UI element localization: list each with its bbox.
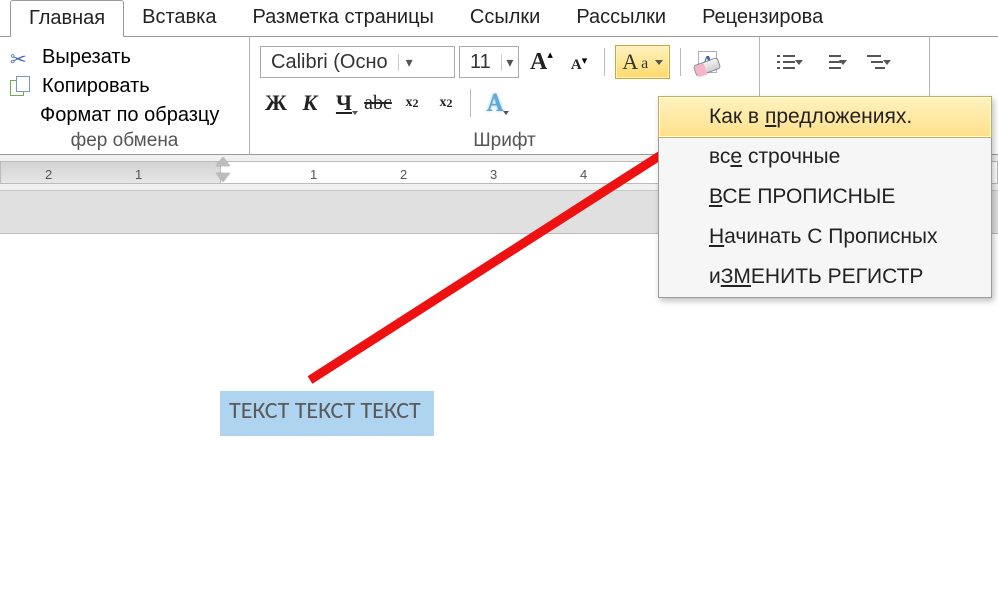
superscript-button[interactable]: x2 [430,87,462,119]
separator [470,89,471,117]
ruler-tick: 3 [490,167,497,182]
case-lowercase[interactable]: все строчные [659,137,991,177]
tab-home[interactable]: Главная [10,0,124,37]
change-case-menu: Как в предложениях. все строчные ВСЕ ПРО… [658,96,992,298]
letter-a-small-icon: A [571,51,582,74]
case-toggle[interactable]: иЗМЕНИТЬ РЕГИСТР [659,257,991,297]
font-size-value: 11 [460,51,501,74]
chevron-down-icon: ▾ [501,54,518,71]
format-painter-label: Формат по образцу [40,104,219,127]
copy-label: Копировать [42,75,150,98]
separator [604,48,605,76]
aa-icon: A [622,49,638,75]
font-name-combo[interactable]: Calibri (Осно ▾ [260,46,455,78]
grow-font-button[interactable]: A▴ [523,45,560,79]
ribbon-tabs: Главная Вставка Разметка страницы Ссылки… [0,0,998,37]
cut-button[interactable]: ✂ Вырезать [10,43,239,72]
clear-formatting-button[interactable]: A [691,45,724,79]
copy-button[interactable]: Копировать [10,72,239,101]
tab-mailings[interactable]: Рассылки [558,0,684,37]
ruler-tick: 1 [310,167,317,182]
case-uppercase[interactable]: ВСЕ ПРОПИСНЫЕ [659,177,991,217]
ruler-tick: 1 [135,167,142,182]
case-capitalize[interactable]: Начинать С Прописных [659,217,991,257]
tab-references[interactable]: Ссылки [452,0,558,37]
eraser-icon [694,57,724,77]
scissors-icon: ✂ [10,47,34,69]
chevron-down-icon: ▾ [398,54,420,71]
group-clipboard-title: фер обмена [0,130,249,152]
ruler-tick: 4 [580,167,587,182]
multilevel-list-button[interactable] [858,45,898,79]
font-name-value: Calibri (Осно [261,51,398,74]
subscript-button[interactable]: x2 [396,87,428,119]
text-effects-button[interactable]: A [479,87,511,119]
format-painter-button[interactable]: Формат по образцу [10,101,239,130]
bullets-icon [777,53,791,71]
italic-button[interactable]: К [294,87,326,119]
ruler-tick: 2 [45,167,52,182]
bold-button[interactable]: Ж [260,87,292,119]
brush-icon [6,100,37,131]
bullets-button[interactable] [770,45,810,79]
numbering-icon [821,53,835,71]
change-case-button[interactable]: Aa [615,45,670,79]
shrink-font-button[interactable]: A▾ [564,45,594,79]
copy-icon [10,76,34,98]
font-size-combo[interactable]: 11 ▾ [459,46,519,78]
tab-page-layout[interactable]: Разметка страницы [234,0,451,37]
case-sentence[interactable]: Как в предложениях. [658,96,992,138]
strikethrough-button[interactable]: abc [362,87,394,119]
group-clipboard: ✂ Вырезать Копировать Формат по образцу … [0,37,250,154]
letter-a-large-icon: A [530,49,547,76]
separator [680,48,681,76]
ruler-tick: 2 [400,167,407,182]
underline-button[interactable]: Ч [328,87,360,119]
tab-review[interactable]: Рецензирова [684,0,841,37]
numbering-button[interactable] [814,45,854,79]
multilevel-icon [865,53,879,71]
tab-insert[interactable]: Вставка [124,0,234,37]
indent-marker[interactable] [216,157,230,182]
selected-text[interactable]: ТЕКСТ ТЕКСТ ТЕКСТ [220,391,434,436]
cut-label: Вырезать [42,46,131,69]
